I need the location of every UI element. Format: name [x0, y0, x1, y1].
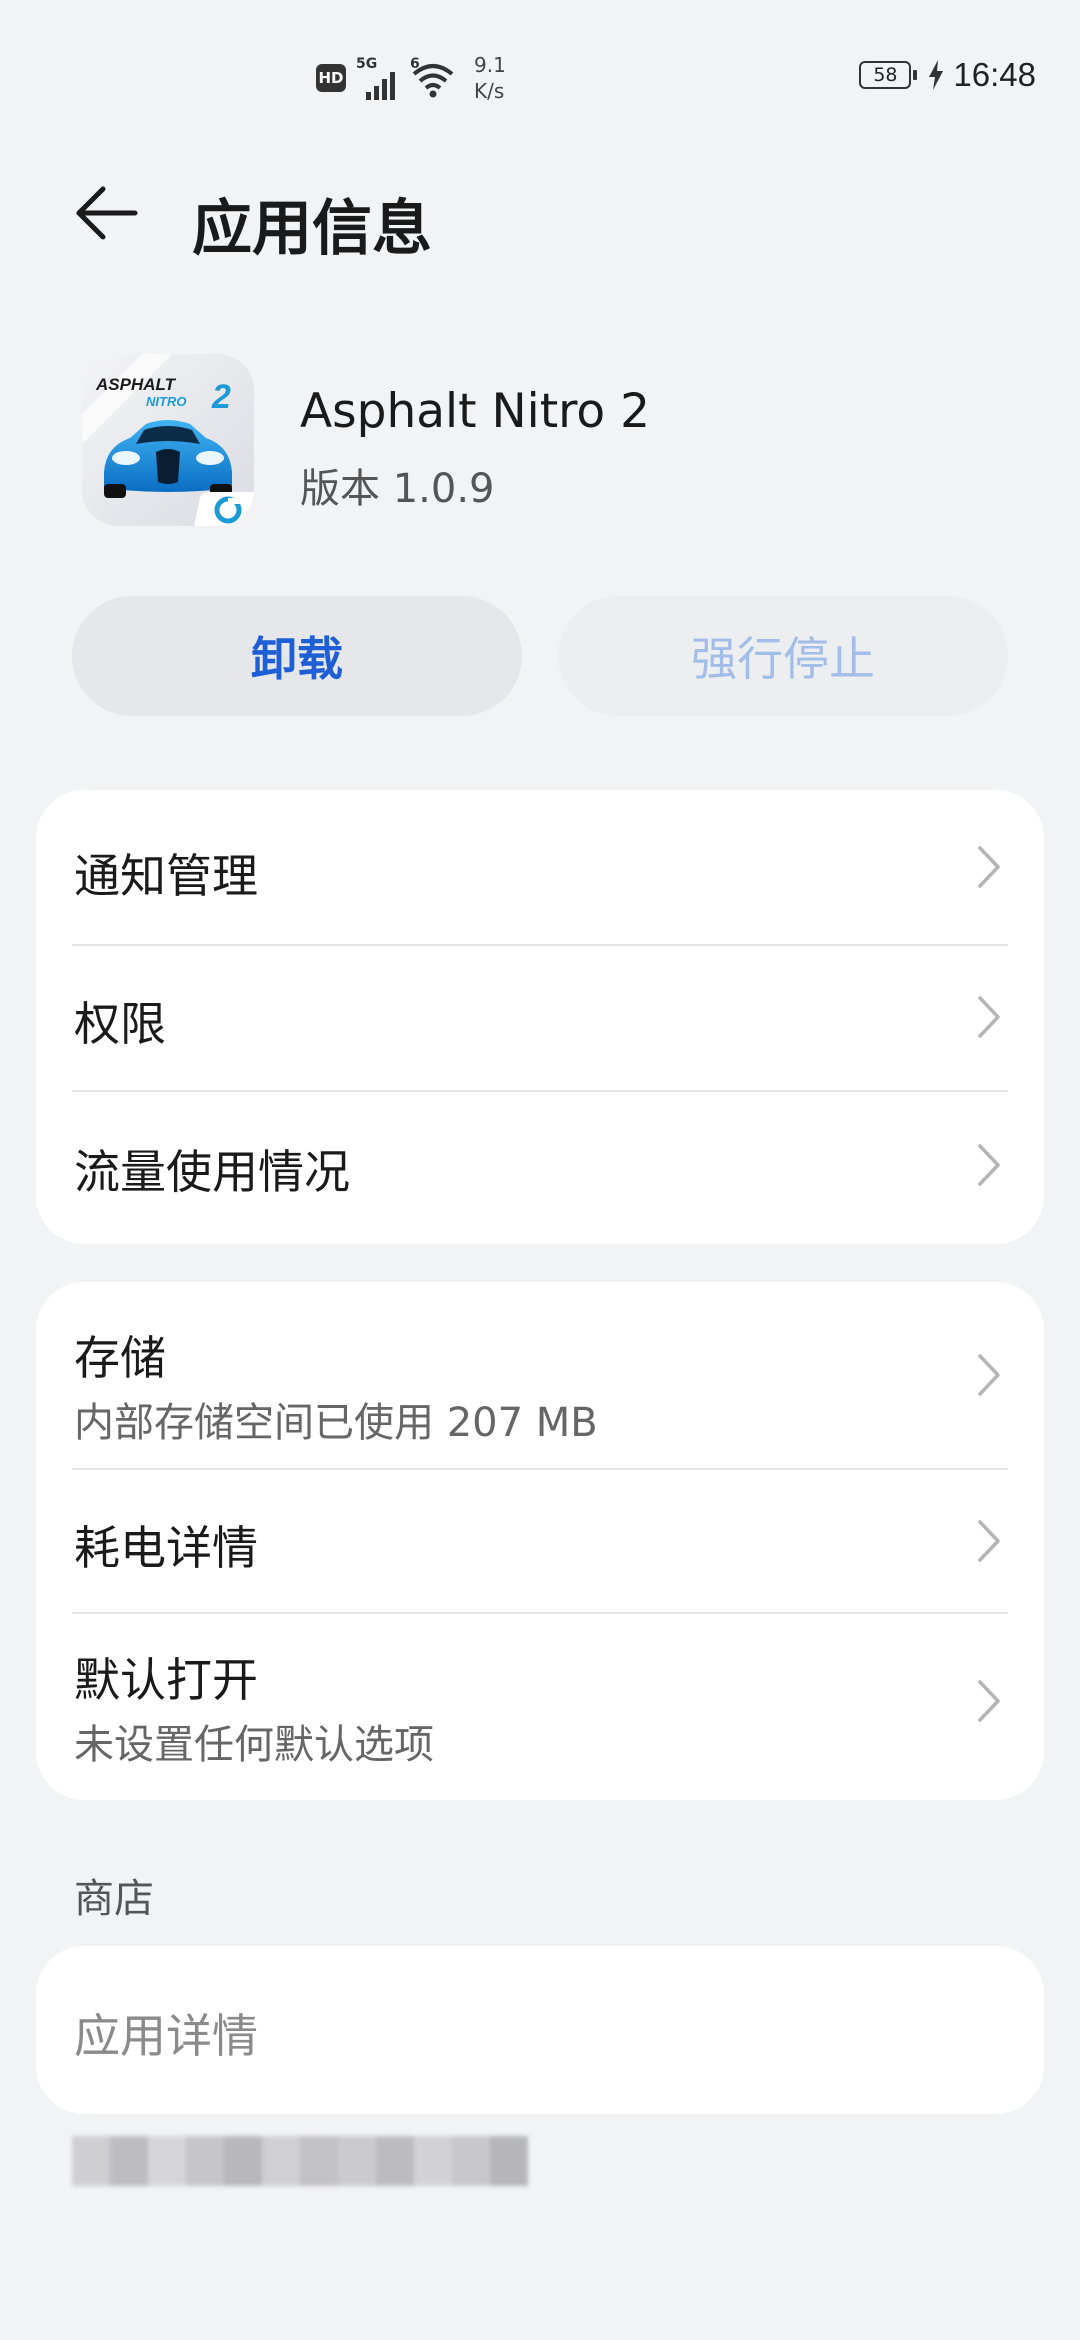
back-button[interactable] — [66, 178, 146, 248]
wifi-icon: 6 — [410, 56, 456, 100]
action-row: 卸载 强行停止 — [72, 596, 1010, 718]
asphalt-car-icon: ASPHALT NITRO 2 — [82, 354, 254, 526]
row-title: 应用详情 — [74, 2009, 258, 2063]
chevron-right-icon — [978, 1354, 1000, 1396]
row-subtitle: 未设置任何默认选项 — [74, 1722, 434, 1768]
chevron-right-icon — [978, 1680, 1000, 1722]
app-icon: ASPHALT NITRO 2 — [82, 354, 254, 526]
clock: 16:48 — [953, 56, 1036, 93]
title-bar: 应用信息 — [0, 150, 1080, 280]
hd-badge: HD — [316, 64, 346, 92]
icon-title-line2: NITRO — [146, 394, 186, 409]
row-title: 通知管理 — [74, 849, 258, 903]
chevron-right-icon — [978, 1144, 1000, 1186]
wifi-standard-label: 6 — [410, 56, 420, 72]
charging-bolt-icon — [929, 60, 944, 90]
row-title: 存储 — [74, 1331, 166, 1385]
app-name: Asphalt Nitro 2 — [300, 384, 651, 439]
network-speed-unit: K/s — [474, 79, 505, 103]
battery-details-row[interactable]: 耗电详情 — [36, 1470, 1044, 1612]
network-speed-value: 9.1 — [474, 53, 506, 77]
notification-management-row[interactable]: 通知管理 — [36, 790, 1044, 944]
row-title: 流量使用情况 — [74, 1145, 350, 1199]
open-by-default-row[interactable]: 默认打开 未设置任何默认选项 — [36, 1614, 1044, 1800]
store-section-label: 商店 — [74, 1876, 154, 1922]
network-speed: 9.1 K/s — [474, 52, 506, 104]
storage-row[interactable]: 存储 内部存储空间已使用 207 MB — [36, 1282, 1044, 1468]
battery-icon: 58 — [859, 61, 918, 89]
uninstall-button[interactable]: 卸载 — [72, 596, 522, 716]
back-arrow-icon — [76, 186, 138, 240]
page-title: 应用信息 — [192, 194, 432, 264]
store-card: 应用详情 — [36, 1946, 1044, 2114]
status-bar: HD 5G 6 9.1 K/s 58 16:48 — [0, 0, 1080, 140]
app-version: 版本 1.0.9 — [300, 466, 495, 512]
data-usage-row[interactable]: 流量使用情况 — [36, 1092, 1044, 1244]
settings-card-2: 存储 内部存储空间已使用 207 MB 耗电详情 默认打开 未设置任何默认选项 — [36, 1282, 1044, 1800]
status-right: 58 16:48 — [859, 56, 1036, 94]
row-title: 默认打开 — [74, 1653, 258, 1707]
cellular-signal-icon: 5G — [356, 56, 400, 100]
status-left: HD 5G 6 9.1 K/s — [316, 52, 506, 104]
chevron-right-icon — [978, 1520, 1000, 1562]
row-title: 权限 — [74, 997, 166, 1051]
signal-bars-icon — [366, 72, 395, 100]
redacted-blur — [72, 2136, 528, 2186]
icon-title-line1: ASPHALT — [95, 375, 177, 394]
app-header: ASPHALT NITRO 2 Asphalt Nitro 2 版本 1.0.9 — [82, 354, 1002, 530]
settings-card-1: 通知管理 权限 流量使用情况 — [36, 790, 1044, 1244]
app-details-row[interactable]: 应用详情 — [36, 1946, 1044, 2114]
icon-number: 2 — [211, 378, 231, 416]
chevron-right-icon — [978, 846, 1000, 888]
force-stop-button[interactable]: 强行停止 — [558, 596, 1008, 716]
row-title: 耗电详情 — [74, 1521, 258, 1575]
battery-level: 58 — [873, 64, 898, 86]
permissions-row[interactable]: 权限 — [36, 946, 1044, 1090]
chevron-right-icon — [978, 996, 1000, 1038]
row-subtitle: 内部存储空间已使用 207 MB — [74, 1400, 598, 1446]
